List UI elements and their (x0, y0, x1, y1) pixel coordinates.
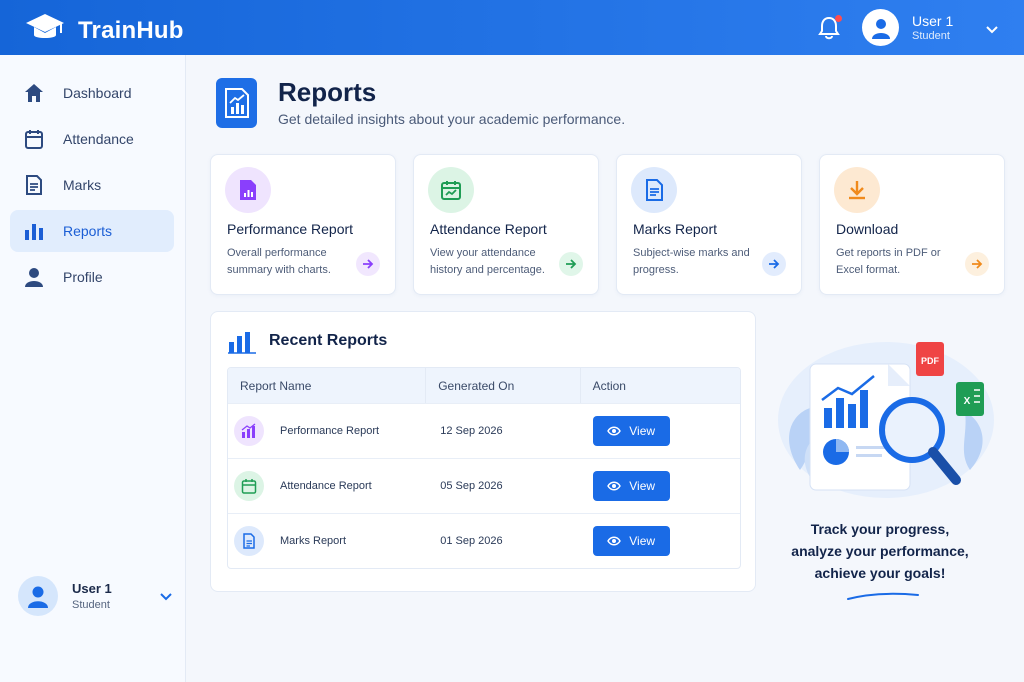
card-description: Overall performance summary with charts. (227, 247, 331, 276)
user-menu[interactable]: User 1 Student (862, 9, 953, 46)
tagline-line: Track your progress, (810, 521, 950, 537)
table-row: Attendance Report 05 Sep 2026 View (228, 458, 740, 513)
view-button[interactable]: View (592, 471, 670, 501)
attendance-report-card[interactable]: Attendance Report View your attendance h… (413, 154, 599, 295)
eye-icon (607, 481, 622, 491)
sidebar-item-marks[interactable]: Marks (10, 164, 174, 206)
performance-chart-icon (234, 416, 264, 446)
eye-icon (607, 536, 622, 546)
recent-reports-table: Report Name Generated On Action Performa… (227, 367, 741, 569)
excel-badge-text: X (964, 396, 971, 407)
arrow-right-icon[interactable] (356, 252, 380, 276)
notification-bell-icon[interactable] (818, 15, 842, 45)
report-name[interactable]: Attendance Report (280, 480, 372, 492)
performance-report-card[interactable]: Performance Report Overall performance s… (210, 154, 396, 295)
person-icon (23, 266, 45, 288)
person-icon (28, 586, 48, 608)
report-document-icon (216, 78, 257, 128)
column-header[interactable]: Generated On (426, 368, 581, 403)
calendar-icon (428, 167, 474, 213)
view-button-label: View (629, 479, 656, 493)
card-description: Get reports in PDF or Excel format. (836, 247, 941, 276)
sidebar-item-dashboard[interactable]: Dashboard (10, 72, 174, 114)
sidebar-item-label: Reports (63, 223, 113, 239)
reports-illustration: PDF X (770, 320, 1002, 505)
sidebar-user[interactable]: User 1 Student (18, 574, 178, 618)
eye-icon (607, 426, 622, 436)
card-title: Performance Report (227, 221, 354, 237)
document-icon (631, 167, 677, 213)
sidebar-item-label: Attendance (63, 131, 134, 147)
bar-chart-icon (23, 220, 45, 242)
view-button[interactable]: View (592, 526, 670, 556)
sidebar-item-label: Dashboard (63, 85, 132, 101)
download-card[interactable]: Download Get reports in PDF or Excel for… (819, 154, 1005, 295)
download-icon (834, 167, 880, 213)
avatar (862, 9, 899, 46)
sidebar-item-label: Marks (63, 177, 102, 193)
table-header: Report Name Generated On Action (228, 368, 740, 403)
home-icon (23, 82, 45, 104)
arrow-right-icon[interactable] (762, 252, 786, 276)
chevron-down-icon[interactable] (160, 588, 172, 606)
document-icon (23, 174, 45, 196)
report-name[interactable]: Performance Report (280, 425, 379, 437)
arrow-right-icon[interactable] (965, 252, 989, 276)
performance-report-icon (225, 167, 271, 213)
card-title: Download (836, 221, 899, 237)
generated-date: 12 Sep 2026 (440, 425, 503, 437)
card-description: Subject-wise marks and progress. (633, 247, 750, 276)
sidebar-item-profile[interactable]: Profile (10, 256, 174, 298)
top-header: TrainHub User 1 Student (0, 0, 1024, 55)
recent-reports-panel: Recent Reports Report Name Generated On … (210, 311, 756, 592)
sidebar: Dashboard Attendance Marks Reports Profi… (0, 55, 186, 682)
app-title: TrainHub (78, 16, 184, 44)
page-title: Reports (278, 77, 377, 107)
sidebar-item-label: Profile (63, 269, 103, 285)
tagline: Track your progress, analyze your perfor… (770, 518, 990, 584)
document-icon (234, 526, 264, 556)
page-subtitle: Get detailed insights about your academi… (278, 111, 626, 127)
report-name[interactable]: Marks Report (280, 535, 346, 547)
card-title: Attendance Report (430, 221, 547, 237)
sidebar-item-attendance[interactable]: Attendance (10, 118, 174, 160)
tagline-line: analyze your performance, (791, 543, 969, 559)
user-name: User 1 (72, 581, 112, 596)
table-row: Performance Report 12 Sep 2026 View (228, 403, 740, 458)
bar-chart-icon (228, 330, 256, 359)
card-description: View your attendance history and percent… (430, 247, 545, 276)
arrow-right-icon[interactable] (559, 252, 583, 276)
brand[interactable]: TrainHub (24, 12, 184, 49)
user-role: Student (72, 599, 110, 611)
chevron-down-icon[interactable] (985, 22, 999, 40)
calendar-icon (234, 471, 264, 501)
decorative-underline (846, 588, 920, 606)
view-button-label: View (629, 424, 656, 438)
marks-report-card[interactable]: Marks Report Subject-wise marks and prog… (616, 154, 802, 295)
calendar-icon (23, 128, 45, 150)
user-role: Student (912, 30, 950, 42)
card-title: Marks Report (633, 221, 718, 237)
tagline-line: achieve your goals! (814, 565, 946, 581)
generated-date: 05 Sep 2026 (440, 480, 503, 492)
column-header[interactable]: Action (581, 368, 740, 403)
notification-dot (835, 15, 842, 22)
view-button-label: View (629, 534, 656, 548)
pdf-badge-text: PDF (921, 356, 940, 366)
view-button[interactable]: View (592, 416, 670, 446)
user-name: User 1 (912, 13, 954, 29)
person-icon (871, 18, 890, 39)
graduation-cap-icon (24, 12, 66, 49)
avatar (18, 576, 58, 616)
column-header[interactable]: Report Name (228, 368, 427, 403)
table-row: Marks Report 01 Sep 2026 View (228, 513, 740, 568)
sidebar-item-reports[interactable]: Reports (10, 210, 174, 252)
section-title: Recent Reports (269, 332, 388, 349)
generated-date: 01 Sep 2026 (440, 535, 503, 547)
